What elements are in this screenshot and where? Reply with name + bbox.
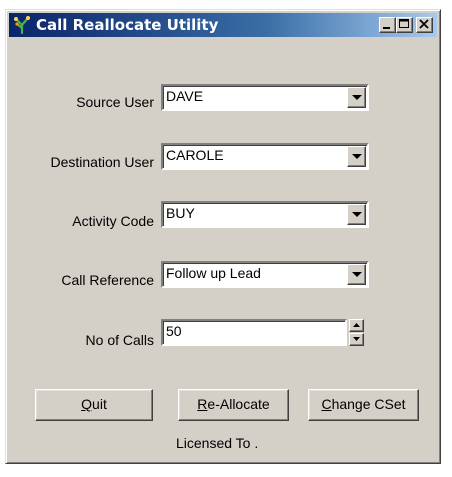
activity-code-value: BUY [166, 205, 195, 221]
change-cset-label: hange CSet [331, 396, 406, 412]
source-user-dropdown-button[interactable] [347, 87, 366, 108]
caret-down-icon [353, 337, 360, 341]
source-user-label: Source User [76, 94, 154, 110]
no-of-calls-value: 50 [166, 323, 182, 339]
call-reference-select[interactable]: Follow up Lead [161, 261, 369, 288]
activity-code-label: Activity Code [72, 213, 154, 229]
caret-up-icon [353, 323, 360, 327]
chevron-down-icon [352, 272, 362, 277]
minimize-button[interactable] [379, 17, 396, 33]
spin-down-button[interactable] [349, 333, 364, 346]
spin-up-button[interactable] [349, 319, 364, 332]
reallocate-button[interactable]: Re-Allocate [178, 389, 289, 421]
quit-label: uit [92, 396, 107, 412]
call-reference-label: Call Reference [61, 272, 154, 288]
chevron-down-icon [352, 95, 362, 100]
window-title: Call Reallocate Utility [36, 16, 219, 34]
source-user-select[interactable]: DAVE [161, 84, 369, 111]
maximize-button[interactable] [396, 17, 413, 33]
change-cset-button[interactable]: Change CSet [308, 389, 419, 421]
chevron-down-icon [352, 212, 362, 217]
app-icon [13, 16, 31, 35]
reallocate-label: e-Allocate [207, 396, 270, 412]
reallocate-mnemonic: R [197, 396, 208, 412]
call-reference-dropdown-button[interactable] [347, 264, 366, 285]
chevron-down-icon [352, 154, 362, 159]
call-reallocate-window: Call Reallocate Utility Source User DAVE… [5, 9, 441, 464]
quit-mnemonic: Q [81, 396, 93, 412]
title-bar[interactable]: Call Reallocate Utility [9, 13, 437, 37]
minimize-icon [383, 27, 390, 29]
destination-user-select[interactable]: CAROLE [161, 143, 369, 170]
no-of-calls-spinner [349, 319, 364, 346]
close-button[interactable] [416, 17, 433, 33]
destination-user-value: CAROLE [166, 147, 224, 163]
close-icon [419, 19, 429, 29]
destination-user-dropdown-button[interactable] [347, 146, 366, 167]
activity-code-dropdown-button[interactable] [347, 204, 366, 225]
no-of-calls-label: No of Calls [85, 332, 154, 348]
quit-button[interactable]: Quit [35, 389, 153, 421]
licensed-to-text: Licensed To . [176, 435, 259, 451]
call-reference-value: Follow up Lead [166, 265, 261, 281]
no-of-calls-input[interactable]: 50 [161, 319, 347, 346]
source-user-value: DAVE [166, 88, 204, 104]
maximize-icon [399, 19, 409, 28]
change-cset-mnemonic: C [321, 396, 332, 412]
destination-user-label: Destination User [50, 154, 155, 170]
activity-code-select[interactable]: BUY [161, 201, 369, 228]
